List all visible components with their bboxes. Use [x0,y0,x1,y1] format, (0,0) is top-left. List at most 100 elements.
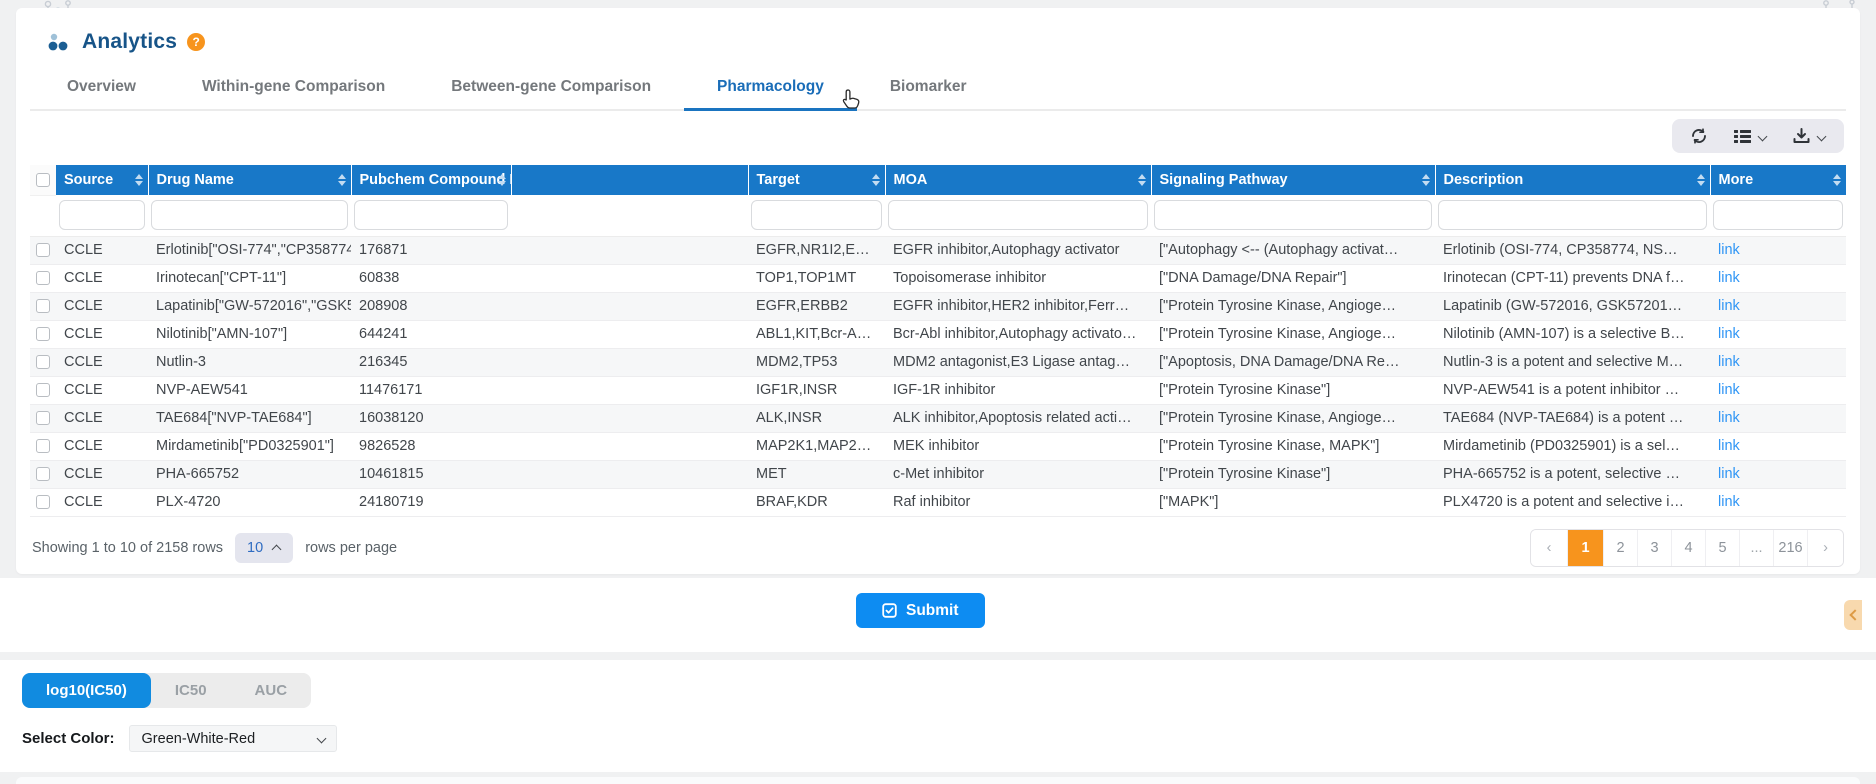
tab-auc[interactable]: AUC [231,673,312,708]
cell-source: CCLE [56,460,148,488]
cell-drug-name: NVP-AEW541 [148,376,351,404]
refresh-icon [1690,127,1708,145]
filter-input-more[interactable] [1713,200,1843,230]
row-more-link[interactable]: link [1718,382,1740,398]
filter-input-signaling-pathway[interactable] [1154,200,1432,230]
table-toolbar [30,111,1846,163]
next-page-button[interactable]: › [1807,530,1843,566]
sort-icon [135,174,143,186]
row-more-link[interactable]: link [1718,354,1740,370]
cell-pubchem-id: 644241 [351,320,511,348]
submit-section: Submit [0,578,1876,652]
cell-moa: IGF-1R inhibitor [885,376,1151,404]
filter-input-pubchem-id[interactable] [354,200,508,230]
cell-description: Nutlin-3 is a potent and selective M… [1435,348,1710,376]
row-checkbox[interactable] [36,467,50,481]
row-more-link[interactable]: link [1718,326,1740,342]
row-more-link[interactable]: link [1718,270,1740,286]
columns-icon [1734,129,1751,144]
cell-spacer [511,404,748,432]
cell-moa: EGFR inhibitor,HER2 inhibitor,Ferr… [885,292,1151,320]
cell-pubchem-id: 208908 [351,292,511,320]
analytics-card: Analytics ? Overview Within-gene Compari… [16,8,1860,574]
columns-button[interactable] [1734,129,1767,144]
column-header-description[interactable]: Description [1435,165,1710,195]
row-checkbox[interactable] [36,299,50,313]
cell-signaling-pathway: ["DNA Damage/DNA Repair"] [1151,264,1435,292]
select-all-checkbox[interactable] [36,173,50,187]
row-checkbox[interactable] [36,411,50,425]
sort-icon [1422,174,1430,186]
column-header-spacer [511,165,748,195]
color-select[interactable]: Green-White-Red [129,725,337,752]
filter-input-moa[interactable] [888,200,1148,230]
tab-pharmacology[interactable]: Pharmacology [684,68,857,111]
cell-signaling-pathway: ["Protein Tyrosine Kinase"] [1151,460,1435,488]
cell-source: CCLE [56,348,148,376]
row-more-link[interactable]: link [1718,242,1740,258]
help-icon[interactable]: ? [187,33,205,51]
column-header-pubchem-id[interactable]: Pubchem Compound ID [351,165,511,195]
export-button[interactable] [1793,128,1826,144]
filter-input-drug-name[interactable] [151,200,348,230]
page-button-3[interactable]: 3 [1637,530,1671,566]
row-checkbox[interactable] [36,327,50,341]
tab-within-gene-comparison[interactable]: Within-gene Comparison [169,68,418,109]
cell-spacer [511,236,748,264]
tab-log10-ic50[interactable]: log10(IC50) [22,673,151,708]
row-more-link[interactable]: link [1718,438,1740,454]
row-checkbox[interactable] [36,383,50,397]
chevron-down-icon [317,734,326,743]
column-header-drug-name[interactable]: Drug Name [148,165,351,195]
cell-target: MET [748,460,885,488]
row-more-link[interactable]: link [1718,298,1740,314]
cell-pubchem-id: 216345 [351,348,511,376]
cell-description: NVP-AEW541 is a potent inhibitor … [1435,376,1710,404]
cell-target: ABL1,KIT,Bcr-A… [748,320,885,348]
tab-ic50[interactable]: IC50 [151,673,231,708]
cell-description: Lapatinib (GW-572016, GSK57201… [1435,292,1710,320]
prev-page-button[interactable]: ‹ [1531,530,1567,566]
tab-between-gene-comparison[interactable]: Between-gene Comparison [418,68,684,109]
row-more-link[interactable]: link [1718,410,1740,426]
filter-input-target[interactable] [751,200,882,230]
cell-drug-name: Nutlin-3 [148,348,351,376]
submit-button[interactable]: Submit [856,593,985,628]
row-more-link[interactable]: link [1718,494,1740,510]
tab-biomarker[interactable]: Biomarker [857,68,1000,109]
row-checkbox[interactable] [36,495,50,509]
row-more-link[interactable]: link [1718,466,1740,482]
page-button-216[interactable]: 216 [1773,530,1807,566]
refresh-button[interactable] [1690,127,1708,145]
cell-target: EGFR,NR1I2,E… [748,236,885,264]
row-checkbox[interactable] [36,243,50,257]
column-header-target[interactable]: Target [748,165,885,195]
pagination-info: Showing 1 to 10 of 2158 rows [32,540,223,556]
side-panel-handle[interactable] [1844,600,1862,630]
column-header-more[interactable]: More [1710,165,1846,195]
cell-target: ALK,INSR [748,404,885,432]
table-body: CCLE Erlotinib["OSI-774","CP358774","N… … [30,236,1846,516]
column-header-source[interactable]: Source [56,165,148,195]
page-button-2[interactable]: 2 [1603,530,1637,566]
tab-overview[interactable]: Overview [34,68,169,109]
row-checkbox[interactable] [36,271,50,285]
heatmap-settings-section: log10(IC50) IC50 AUC Select Color: Green… [0,660,1876,772]
table-row: CCLE Nilotinib["AMN-107"] 644241 ABL1,KI… [30,320,1846,348]
main-tabbar: Overview Within-gene Comparison Between-… [30,68,1846,111]
row-checkbox[interactable] [36,355,50,369]
column-header-signaling-pathway[interactable]: Signaling Pathway [1151,165,1435,195]
column-header-moa[interactable]: MOA [885,165,1151,195]
page-title: Analytics [82,30,177,54]
page-size-dropdown[interactable]: 10 [235,533,293,563]
filter-input-description[interactable] [1438,200,1707,230]
page-button-5[interactable]: 5 [1705,530,1739,566]
row-checkbox[interactable] [36,439,50,453]
cell-drug-name: Erlotinib["OSI-774","CP358774","N… [148,236,351,264]
filter-input-source[interactable] [59,200,145,230]
table-row: CCLE TAE684["NVP-TAE684"] 16038120 ALK,I… [30,404,1846,432]
cell-pubchem-id: 16038120 [351,404,511,432]
page-button-4[interactable]: 4 [1671,530,1705,566]
page-button-1[interactable]: 1 [1567,530,1603,566]
cell-description: Irinotecan (CPT-11) prevents DNA f… [1435,264,1710,292]
